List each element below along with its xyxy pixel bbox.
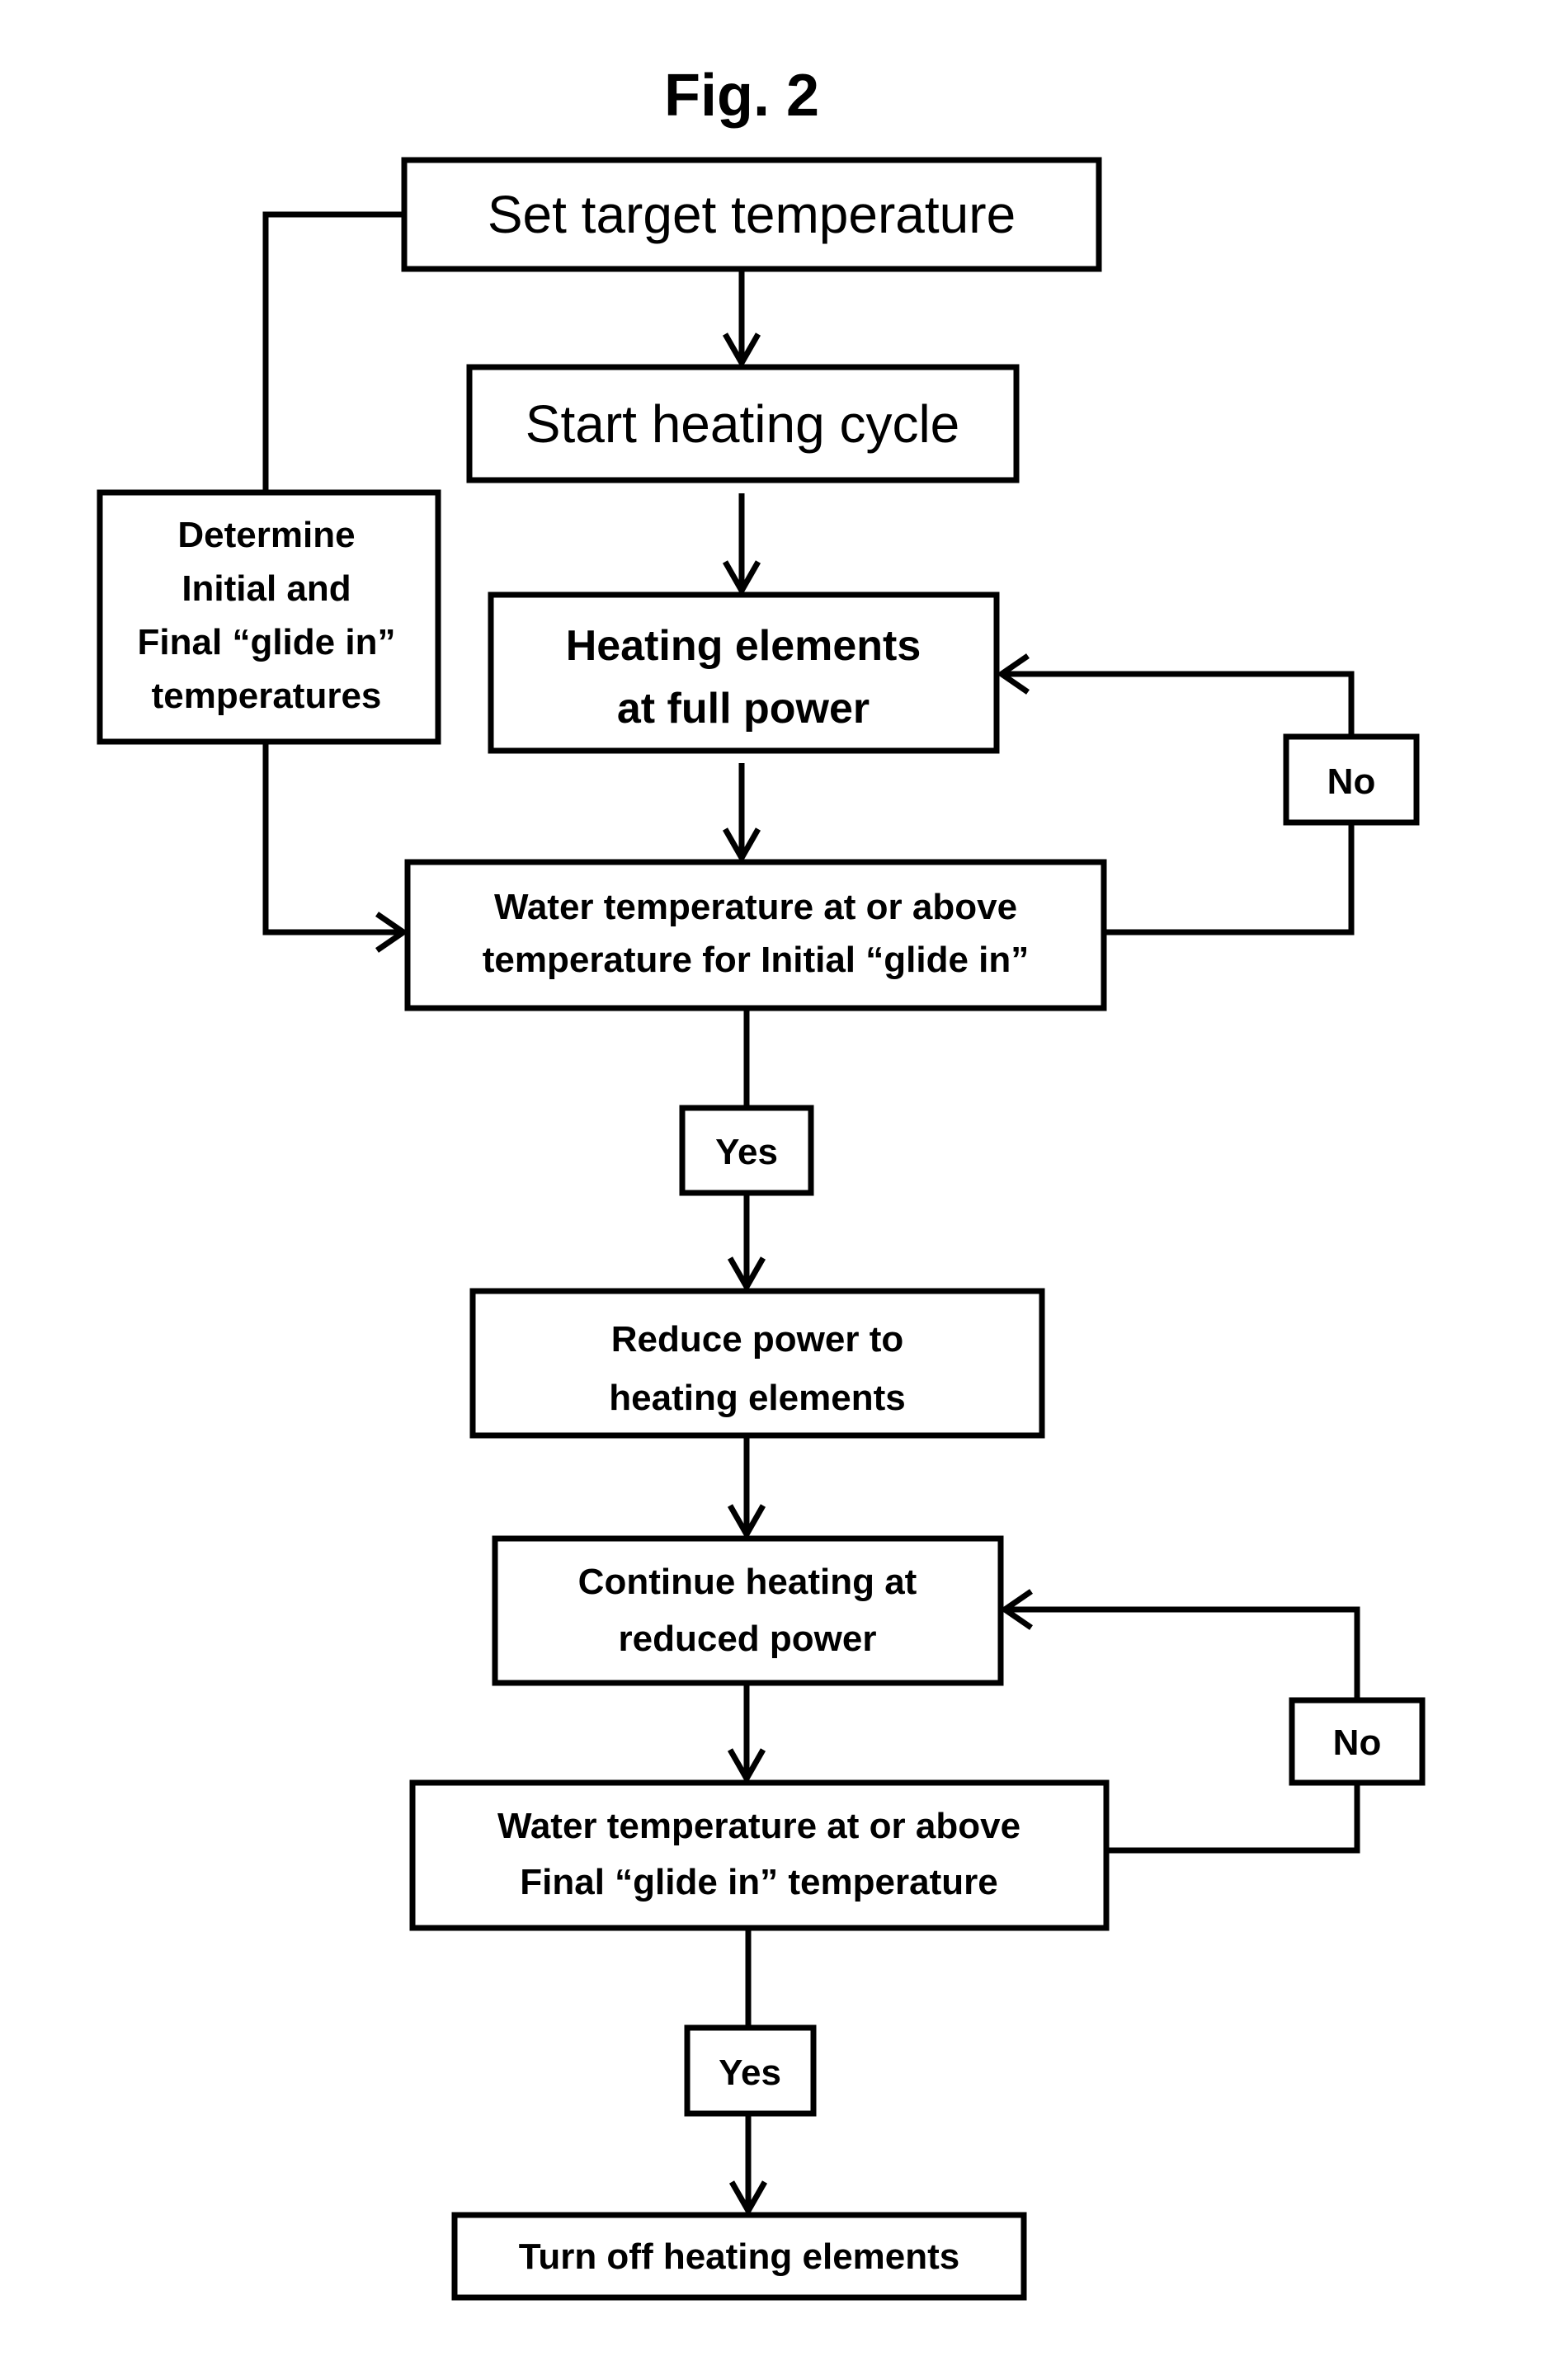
node-text: Set target temperature [488, 185, 1016, 244]
node-continue-reduced: Continue heating at reduced power [492, 1535, 1004, 1686]
node-check-final: Water temperature at or above Final “gli… [409, 1779, 1110, 1931]
node-check-initial: Water temperature at or above temperatur… [404, 859, 1107, 1011]
flowchart: Fig. 2 Set target temperature Start heat… [97, 63, 1426, 2301]
figure-title: Fig. 2 [664, 63, 819, 129]
node-text: heating elements [609, 1378, 905, 1418]
node-text: Water temperature at or above [497, 1806, 1020, 1846]
node-set-target: Set target temperature [401, 157, 1102, 272]
node-text: Final “glide in” [138, 622, 396, 662]
node-text: temperatures [152, 676, 382, 716]
node-reduce-power: Reduce power to heating elements [469, 1288, 1045, 1439]
yes-label: Yes [719, 2052, 781, 2093]
no-label: No [1327, 761, 1376, 802]
node-text: Start heating cycle [526, 394, 960, 454]
no-label: No [1333, 1723, 1382, 1763]
label-no-2: No [1289, 1697, 1426, 1786]
node-text: Initial and [181, 568, 351, 609]
connector-check-final-no-up [1005, 1606, 1360, 1700]
connector-check-initial-no-up [1002, 671, 1355, 737]
node-text: Determine [177, 515, 355, 555]
connector-determine-to-check [262, 742, 403, 936]
label-yes-2: Yes [684, 2024, 817, 2117]
node-full-power: Heating elements at full power [488, 591, 1000, 754]
node-text: reduced power [619, 1619, 877, 1659]
connector-check-final-no-down [1106, 1783, 1360, 1854]
node-determine: Determine Initial and Final “glide in” t… [97, 489, 441, 745]
node-text: Turn off heating elements [519, 2236, 960, 2277]
node-text: temperature for Initial “glide in” [483, 940, 1030, 980]
label-yes-1: Yes [679, 1105, 814, 1196]
node-text: Water temperature at or above [494, 887, 1017, 927]
node-text: Heating elements [566, 622, 921, 670]
node-text: Reduce power to [611, 1319, 904, 1360]
label-no-1: No [1283, 733, 1420, 826]
node-text: Final “glide in” temperature [520, 1862, 997, 1902]
node-text: at full power [617, 685, 870, 733]
node-turn-off: Turn off heating elements [451, 2212, 1027, 2301]
yes-label: Yes [715, 1132, 778, 1172]
connector-check-initial-no-down [1104, 822, 1355, 936]
connector-set-to-determine [262, 211, 404, 492]
node-text: Continue heating at [578, 1562, 917, 1602]
node-start-cycle: Start heating cycle [466, 364, 1020, 483]
